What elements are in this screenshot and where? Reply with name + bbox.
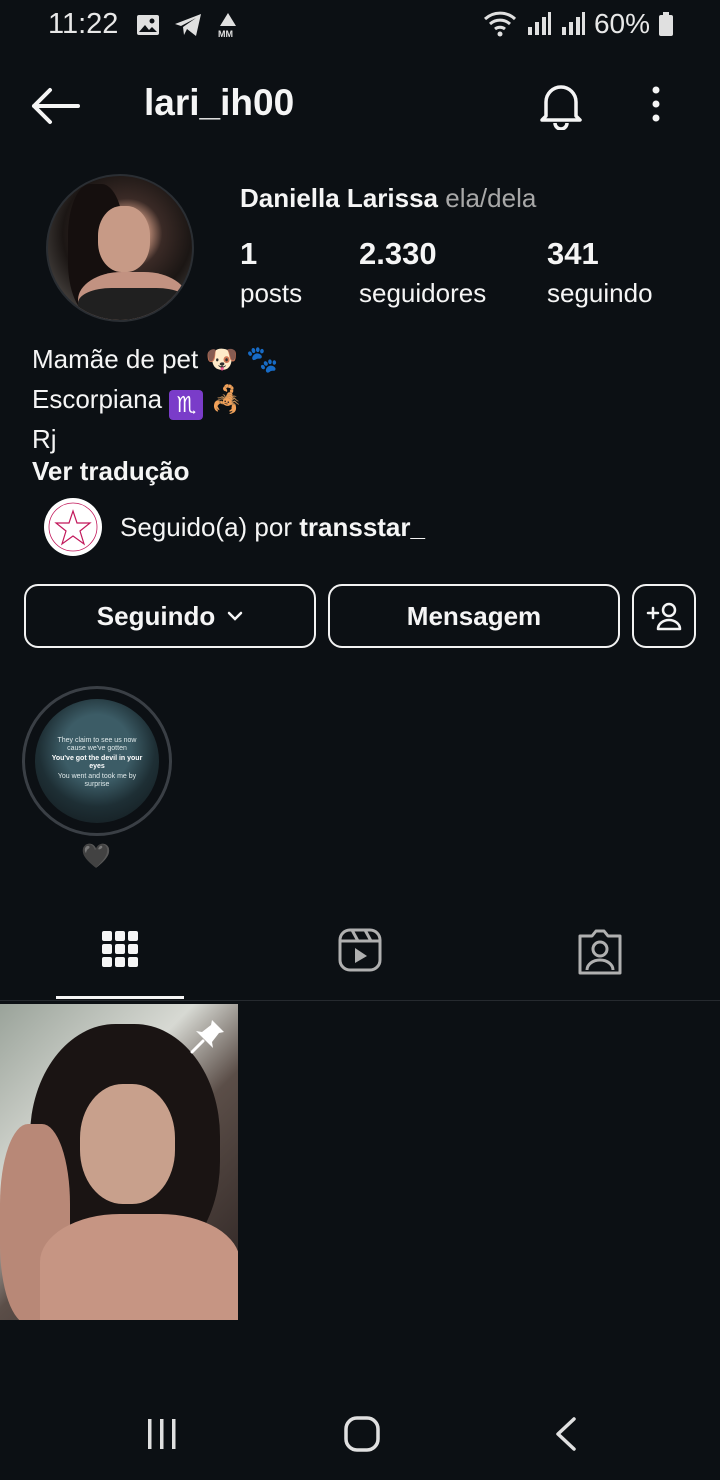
svg-text:MM: MM bbox=[218, 29, 233, 38]
battery-percent: 60% bbox=[593, 8, 650, 39]
display-name: Daniella Larissa bbox=[240, 183, 438, 213]
followed-by-user: transstar_ bbox=[299, 512, 425, 542]
posts-count: 1 bbox=[240, 236, 258, 271]
system-icons: 60% bbox=[482, 8, 674, 40]
stat-following[interactable]: 341 seguindo bbox=[547, 236, 653, 309]
bio-text-1: Mamãe de pet bbox=[32, 344, 199, 374]
bio: Mamãe de pet 🐶 🐾 Escorpiana ♏ 🦂 Rj bbox=[32, 340, 278, 459]
pinned-post-icon bbox=[190, 1020, 224, 1054]
highlight-text-1: They claim to see us now bbox=[57, 737, 137, 744]
highlight-text-2: cause we've gotten bbox=[67, 745, 127, 752]
telegram-icon bbox=[175, 14, 201, 36]
followers-label: seguidores bbox=[359, 278, 487, 308]
bio-line-1: Mamãe de pet 🐶 🐾 bbox=[32, 340, 278, 380]
wifi-icon bbox=[483, 11, 516, 37]
tagged-tab-icon[interactable] bbox=[570, 926, 630, 982]
back-nav-icon[interactable] bbox=[552, 1416, 580, 1452]
back-arrow-icon[interactable] bbox=[30, 86, 82, 126]
tab-divider bbox=[0, 1000, 720, 1001]
mm-alert-icon: MM bbox=[218, 13, 236, 38]
followers-count: 2.330 bbox=[359, 236, 437, 271]
following-button-label: Seguindo bbox=[96, 600, 216, 631]
story-highlight-cover[interactable]: They claim to see us now cause we've got… bbox=[35, 699, 159, 823]
signal-icon-1 bbox=[527, 12, 551, 35]
bio-text-2: Escorpiana bbox=[32, 384, 163, 414]
chevron-down-icon bbox=[227, 611, 243, 621]
scorpio-icon: ♏ bbox=[169, 390, 204, 420]
following-label: seguindo bbox=[547, 278, 653, 308]
reels-tab-icon[interactable] bbox=[330, 926, 390, 982]
battery-icon bbox=[659, 12, 673, 36]
highlight-text-4: eyes bbox=[89, 763, 105, 770]
profile-avatar[interactable] bbox=[46, 174, 194, 322]
bio-line-3: Rj bbox=[32, 424, 57, 454]
add-user-icon bbox=[646, 602, 682, 631]
following-count: 341 bbox=[547, 236, 599, 271]
followed-by-prefix: Seguido(a) por bbox=[120, 512, 292, 542]
bio-emoji-1: 🐶 🐾 bbox=[205, 345, 279, 375]
signal-icon-2 bbox=[561, 12, 585, 35]
stat-followers[interactable]: 2.330 seguidores bbox=[359, 236, 486, 309]
highlight-text-6: surprise bbox=[84, 781, 110, 788]
pronouns: ela/dela bbox=[445, 183, 537, 213]
message-button-label: Mensagem bbox=[406, 600, 542, 631]
notification-bell-icon[interactable] bbox=[538, 80, 584, 130]
display-name-line: Daniella Larissa ela/dela bbox=[240, 183, 536, 214]
active-tab-indicator bbox=[56, 996, 184, 999]
see-translation-link[interactable]: Ver tradução bbox=[32, 456, 190, 487]
more-options-icon[interactable] bbox=[640, 84, 672, 124]
highlight-text-3: You've got the devil in your bbox=[51, 755, 143, 762]
stat-posts[interactable]: 1 posts bbox=[240, 236, 302, 309]
suggested-users-button[interactable] bbox=[632, 584, 696, 648]
notification-icons: MM bbox=[136, 12, 240, 38]
status-bar: 11:22 MM 60% bbox=[0, 0, 720, 52]
gallery-icon bbox=[137, 15, 159, 35]
grid-tab-icon[interactable] bbox=[90, 926, 150, 982]
bio-line-2: Escorpiana ♏ 🦂 bbox=[32, 380, 278, 420]
recent-apps-icon[interactable] bbox=[144, 1416, 180, 1452]
posts-label: posts bbox=[240, 278, 303, 308]
highlight-text-5: You went and took me by bbox=[57, 773, 137, 780]
highlight-label: 🖤 bbox=[81, 843, 111, 870]
followed-by-text[interactable]: Seguido(a) por transstar_ bbox=[120, 512, 425, 543]
following-button[interactable]: Seguindo bbox=[24, 584, 316, 648]
home-icon[interactable] bbox=[342, 1414, 382, 1454]
status-time: 11:22 bbox=[48, 8, 119, 40]
profile-username: lari_ih00 bbox=[144, 82, 295, 123]
scorpion-icon: 🦂 bbox=[210, 385, 243, 415]
message-button[interactable]: Mensagem bbox=[328, 584, 620, 648]
followed-by-avatar[interactable] bbox=[44, 498, 102, 556]
